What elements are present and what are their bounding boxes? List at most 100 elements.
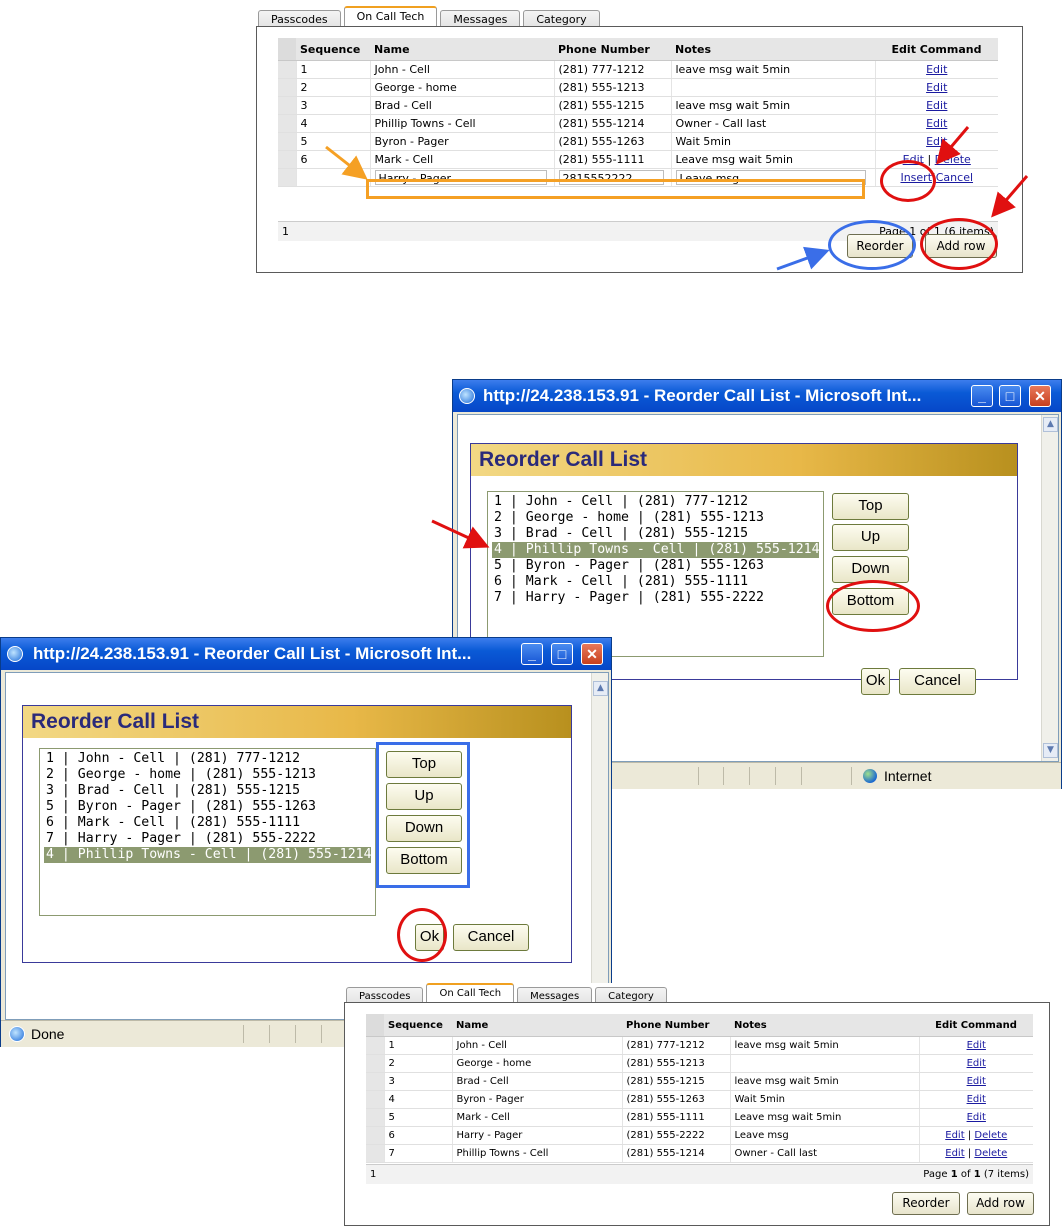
table-row[interactable]: 4 Phillip Towns - Cell (281) 555-1214 Owner… — [278, 114, 998, 133]
row-selector[interactable] — [366, 1054, 384, 1073]
col-name[interactable]: Name — [452, 1014, 622, 1037]
add-row-button[interactable]: Add row — [967, 1192, 1034, 1215]
ok-button-highlight — [397, 908, 447, 962]
vertical-scrollbar[interactable]: ▲ ▼ — [1041, 415, 1058, 761]
table-row[interactable]: 1 John - Cell (281) 777-1212 leave msg wait… — [366, 1036, 1033, 1055]
col-phone[interactable]: Phone Number — [554, 38, 671, 61]
row-selector[interactable] — [278, 150, 296, 169]
list-item[interactable]: 5 | Byron - Pager | (281) 555-1263 — [492, 558, 819, 574]
row-selector[interactable] — [366, 1126, 384, 1145]
edit-link[interactable]: Edit — [926, 99, 947, 112]
delete-link[interactable]: Delete — [935, 153, 971, 166]
edit-link[interactable]: Edit — [967, 1076, 986, 1087]
pager-page-number[interactable]: 1 — [282, 225, 289, 238]
col-notes[interactable]: Notes — [730, 1014, 919, 1037]
maximize-icon[interactable]: □ — [999, 385, 1021, 407]
row-selector[interactable] — [278, 78, 296, 97]
list-item[interactable]: 7 | Harry - Pager | (281) 555-2222 — [492, 590, 819, 606]
list-item[interactable]: 1 | John - Cell | (281) 777-1212 — [492, 494, 819, 510]
cell-name: John - Cell — [451, 1036, 622, 1055]
edit-link[interactable]: Edit — [926, 63, 947, 76]
window-titlebar[interactable]: http://24.238.153.91 - Reorder Call List… — [453, 380, 1061, 412]
maximize-icon[interactable]: □ — [551, 643, 573, 665]
row-selector[interactable] — [366, 1036, 384, 1055]
pager-page-number[interactable]: 1 — [370, 1169, 376, 1180]
up-button[interactable]: Up — [832, 524, 909, 551]
list-item[interactable]: 6 | Mark - Cell | (281) 555-1111 — [44, 815, 371, 831]
row-selector[interactable] — [278, 60, 296, 79]
table-row[interactable]: 6 Harry - Pager (281) 555-2222 Leave msg Edi… — [366, 1126, 1033, 1145]
edit-link[interactable]: Edit — [967, 1112, 986, 1123]
list-item[interactable]: 3 | Brad - Cell | (281) 555-1215 — [44, 783, 371, 799]
row-selector[interactable] — [366, 1072, 384, 1091]
call-list-box[interactable]: 1 | John - Cell | (281) 777-1212 2 | Geor… — [487, 491, 824, 657]
row-selector[interactable] — [278, 114, 296, 133]
edit-link[interactable]: Edit — [967, 1058, 986, 1069]
cancel-link[interactable]: Cancel — [936, 171, 973, 184]
cell-edit-command: Edit — [918, 1090, 1033, 1109]
close-icon[interactable]: ✕ — [1029, 385, 1051, 407]
list-item[interactable]: 2 | George - home | (281) 555-1213 — [44, 767, 371, 783]
minimize-icon[interactable]: _ — [971, 385, 993, 407]
col-phone[interactable]: Phone Number — [622, 1014, 730, 1037]
delete-link[interactable]: Delete — [974, 1130, 1007, 1141]
reorder-button[interactable]: Reorder — [892, 1192, 960, 1215]
edit-link[interactable]: Edit — [945, 1148, 964, 1159]
cell-phone: (281) 555-1214 — [553, 114, 671, 133]
row-selector[interactable] — [366, 1108, 384, 1127]
cancel-button[interactable]: Cancel — [453, 924, 529, 951]
col-sequence[interactable]: Sequence — [384, 1014, 452, 1037]
cell-phone: (281) 555-1213 — [553, 78, 671, 97]
list-item[interactable]: 3 | Brad - Cell | (281) 555-1215 — [492, 526, 819, 542]
col-edit-command: Edit Command — [875, 38, 998, 61]
window-titlebar[interactable]: http://24.238.153.91 - Reorder Call List… — [1, 638, 611, 670]
top-button[interactable]: Top — [832, 493, 909, 520]
cell-notes: Leave msg wait 5min — [670, 150, 875, 169]
list-item[interactable]: 5 | Byron - Pager | (281) 555-1263 — [44, 799, 371, 815]
edit-link[interactable]: Edit — [945, 1130, 964, 1141]
edit-link[interactable]: Edit — [926, 117, 947, 130]
list-item[interactable]: 2 | George - home | (281) 555-1213 — [492, 510, 819, 526]
table-row[interactable]: 7 Phillip Towns - Cell (281) 555-1214 Owner… — [366, 1144, 1033, 1163]
cell-notes: Leave msg — [729, 1126, 919, 1145]
col-sequence[interactable]: Sequence — [296, 38, 370, 61]
table-row[interactable]: 4 Byron - Pager (281) 555-1263 Wait 5min Edi… — [366, 1090, 1033, 1109]
edit-link[interactable]: Edit — [967, 1040, 986, 1051]
list-item[interactable]: 7 | Harry - Pager | (281) 555-2222 — [44, 831, 371, 847]
close-icon[interactable]: ✕ — [581, 643, 603, 665]
cancel-button[interactable]: Cancel — [899, 668, 976, 695]
cell-edit-command: Edit — [874, 60, 998, 79]
cell-name: Harry - Pager — [451, 1126, 622, 1145]
row-selector[interactable] — [278, 132, 296, 151]
cell-notes: Wait 5min — [729, 1090, 919, 1109]
row-selector[interactable] — [366, 1090, 384, 1109]
edit-link[interactable]: Edit — [926, 135, 947, 148]
delete-link[interactable]: Delete — [974, 1148, 1007, 1159]
list-item[interactable]: 1 | John - Cell | (281) 777-1212 — [44, 751, 371, 767]
edit-link[interactable]: Edit — [926, 81, 947, 94]
scroll-up-icon[interactable]: ▲ — [1043, 417, 1058, 432]
row-selector[interactable] — [278, 96, 296, 115]
vertical-scrollbar[interactable]: ▲ — [591, 673, 608, 1019]
table-row[interactable]: 3 Brad - Cell (281) 555-1215 leave msg wait… — [278, 96, 998, 115]
table-row[interactable]: 2 George - home (281) 555-1213 Edit — [278, 78, 998, 97]
list-item[interactable]: 4 | Phillip Towns - Cell | (281) 555-121… — [44, 847, 372, 863]
call-list-box[interactable]: 1 | John - Cell | (281) 777-1212 2 | Geor… — [39, 748, 376, 916]
table-row[interactable]: 2 George - home (281) 555-1213 Edit — [366, 1054, 1033, 1073]
col-notes[interactable]: Notes — [671, 38, 875, 61]
table-row[interactable]: 3 Brad - Cell (281) 555-1215 leave msg wait… — [366, 1072, 1033, 1091]
scroll-up-icon[interactable]: ▲ — [593, 681, 608, 696]
col-name[interactable]: Name — [370, 38, 554, 61]
table-row[interactable]: 1 John - Cell (281) 777-1212 leave msg wait… — [278, 60, 998, 79]
list-item[interactable]: 6 | Mark - Cell | (281) 555-1111 — [492, 574, 819, 590]
row-selector[interactable] — [366, 1144, 384, 1163]
edit-link[interactable]: Edit — [967, 1094, 986, 1105]
table-row[interactable]: 5 Mark - Cell (281) 555-1111 Leave msg wait… — [366, 1108, 1033, 1127]
table-row[interactable]: 5 Byron - Pager (281) 555-1263 Wait 5min Edi… — [278, 132, 998, 151]
scroll-down-icon[interactable]: ▼ — [1043, 743, 1058, 758]
minimize-icon[interactable]: _ — [521, 643, 543, 665]
list-item[interactable]: 4 | Phillip Towns - Cell | (281) 555-121… — [492, 542, 820, 558]
reorder-dialog: Reorder Call List 1 | John - Cell | (281… — [22, 705, 572, 963]
down-button[interactable]: Down — [832, 556, 909, 583]
ok-button[interactable]: Ok — [861, 668, 890, 695]
